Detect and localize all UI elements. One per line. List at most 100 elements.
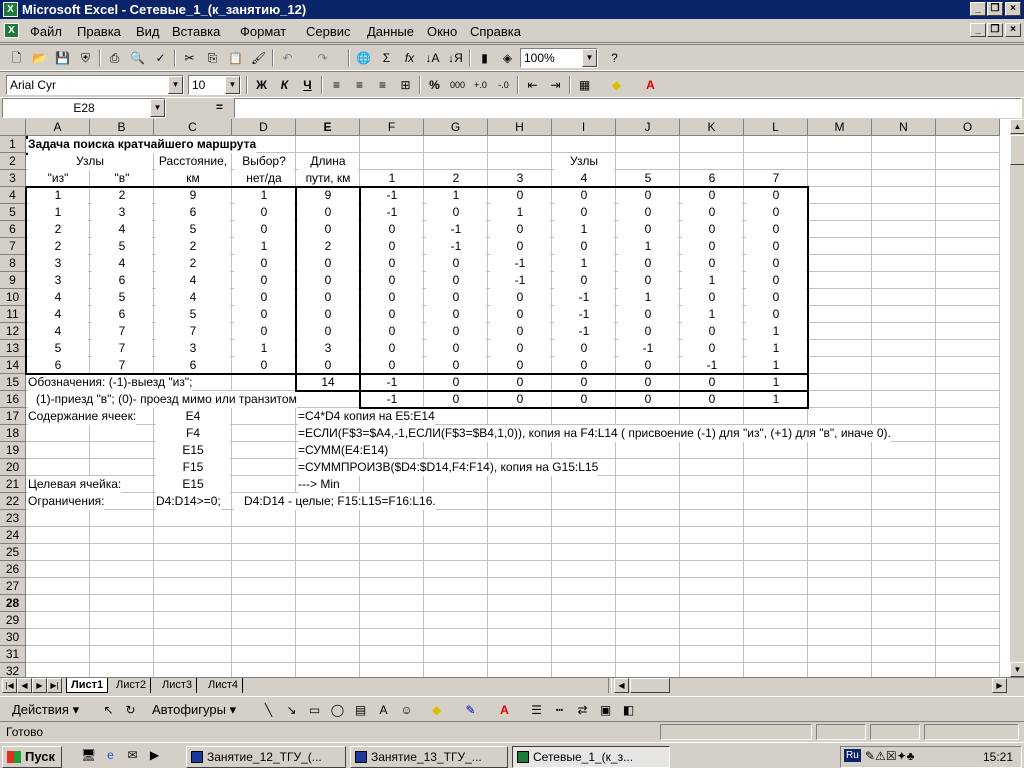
hscroll-thumb[interactable] [630, 678, 670, 693]
row-header-26[interactable]: 26 [0, 561, 26, 578]
column-header-n[interactable]: N [872, 119, 936, 136]
chevron-down-icon[interactable]: ▼ [150, 99, 165, 117]
line-color-icon[interactable]: ✎ [460, 700, 481, 720]
row-header-24[interactable]: 24 [0, 527, 26, 544]
start-button[interactable]: Пуск [2, 746, 62, 768]
column-header-c[interactable]: C [154, 119, 232, 136]
close-button[interactable]: × [1005, 2, 1021, 16]
drawing-icon[interactable]: ◈ [497, 48, 518, 68]
row-header-5[interactable]: 5 [0, 204, 26, 221]
percent-button[interactable]: % [424, 75, 445, 95]
font-color-icon[interactable]: A [640, 75, 661, 95]
menu-help[interactable]: Справка [470, 24, 521, 39]
increase-decimal-icon[interactable]: +.0 [470, 75, 491, 95]
scroll-thumb[interactable] [1010, 135, 1024, 165]
column-header-e[interactable]: E [296, 119, 360, 136]
wordart-icon[interactable]: A [373, 700, 394, 720]
row-header-7[interactable]: 7 [0, 238, 26, 255]
borders-icon[interactable]: ▦ [574, 75, 595, 95]
row-header-10[interactable]: 10 [0, 289, 26, 306]
excel-icon[interactable]: X [3, 2, 18, 17]
print-preview-icon[interactable]: 🔍 [127, 48, 148, 68]
row-header-8[interactable]: 8 [0, 255, 26, 272]
vertical-scrollbar[interactable]: ▲ ▼ [1009, 119, 1024, 677]
doc-restore-button[interactable]: ❐ [987, 23, 1003, 37]
format-painter-icon[interactable]: 🖌 [248, 48, 269, 68]
arrow-style-icon[interactable]: ⇄ [572, 700, 593, 720]
tray-icons[interactable]: ✎⚠☒✦♣ [865, 749, 915, 763]
menu-tools[interactable]: Сервис [306, 24, 351, 39]
spelling-icon[interactable]: ✓ [150, 48, 171, 68]
menu-insert[interactable]: Вставка [172, 24, 220, 39]
line-icon[interactable]: ╲ [258, 700, 279, 720]
doc-close-button[interactable]: × [1005, 23, 1021, 37]
align-center-icon[interactable]: ≡ [349, 75, 370, 95]
language-indicator[interactable]: Ru [844, 749, 861, 762]
row-header-23[interactable]: 23 [0, 510, 26, 527]
open-icon[interactable]: 📂 [29, 48, 50, 68]
column-header-f[interactable]: F [360, 119, 424, 136]
doc-minimize-button[interactable]: _ [970, 23, 986, 37]
task-lesson13[interactable]: Занятие_13_ТГУ_... [350, 746, 508, 768]
increase-indent-icon[interactable]: ⇥ [545, 75, 566, 95]
row-header-30[interactable]: 30 [0, 629, 26, 646]
menu-file[interactable]: Файл [30, 24, 62, 39]
spreadsheet-grid[interactable]: A B C D E F G H I J K L M N O 1 2 3 4 5 6 7 8 9 10 11 12 13 14 15 16 17… [0, 119, 1009, 677]
print-icon[interactable]: ⎙ [104, 48, 125, 68]
redo-icon[interactable]: ↷ [312, 48, 333, 68]
scroll-down-icon[interactable]: ▼ [1010, 662, 1024, 677]
row-header-17[interactable]: 17 [0, 408, 26, 425]
sort-ascending-icon[interactable]: ↓A [422, 48, 443, 68]
workbook-icon[interactable]: X [4, 23, 19, 38]
column-header-d[interactable]: D [232, 119, 296, 136]
menu-window[interactable]: Окно [427, 24, 457, 39]
autoshapes-menu[interactable]: Автофигуры ▾ [152, 702, 236, 718]
column-header-j[interactable]: J [616, 119, 680, 136]
row-header-13[interactable]: 13 [0, 340, 26, 357]
row-header-11[interactable]: 11 [0, 306, 26, 323]
scroll-left-icon[interactable]: ◀ [614, 678, 629, 693]
row-header-16[interactable]: 16 [0, 391, 26, 408]
row-header-3[interactable]: 3 [0, 170, 26, 187]
column-header-o[interactable]: O [936, 119, 1000, 136]
row-header-20[interactable]: 20 [0, 459, 26, 476]
align-right-icon[interactable]: ≡ [372, 75, 393, 95]
shadow-icon[interactable]: ▣ [595, 700, 616, 720]
row-header-6[interactable]: 6 [0, 221, 26, 238]
column-header-h[interactable]: H [488, 119, 552, 136]
new-icon[interactable]: 🗋 [6, 48, 27, 68]
row-header-15[interactable]: 15 [0, 374, 26, 391]
cut-icon[interactable]: ✂ [179, 48, 200, 68]
mail-icon[interactable]: ✉ [122, 745, 143, 765]
row-header-32[interactable]: 32 [0, 663, 26, 677]
desktop-icon[interactable]: 🖥 [78, 745, 99, 765]
select-arrow-icon[interactable]: ↖ [98, 700, 119, 720]
3d-icon[interactable]: ◧ [618, 700, 639, 720]
tab-split-handle[interactable] [608, 678, 612, 693]
clipart-icon[interactable]: ☺ [396, 700, 417, 720]
decrease-indent-icon[interactable]: ⇤ [522, 75, 543, 95]
row-header-22[interactable]: 22 [0, 493, 26, 510]
row-header-2[interactable]: 2 [0, 153, 26, 170]
next-sheet-icon[interactable]: ▶ [32, 678, 47, 693]
arrow-icon[interactable]: ↘ [281, 700, 302, 720]
menu-view[interactable]: Вид [136, 24, 160, 39]
decrease-decimal-icon[interactable]: -.0 [493, 75, 514, 95]
autosum-icon[interactable]: Σ [376, 48, 397, 68]
row-header-12[interactable]: 12 [0, 323, 26, 340]
underline-button[interactable]: Ч [297, 75, 318, 95]
chevron-down-icon[interactable]: ▼ [225, 76, 240, 94]
row-header-14[interactable]: 14 [0, 357, 26, 374]
column-header-a[interactable]: A [26, 119, 90, 136]
rectangle-icon[interactable]: ▭ [304, 700, 325, 720]
font-select[interactable]: Arial Cyr ▼ [6, 75, 184, 95]
scroll-right-icon[interactable]: ▶ [992, 678, 1007, 693]
chevron-down-icon[interactable]: ▼ [582, 49, 597, 67]
dash-style-icon[interactable]: ┅ [549, 700, 570, 720]
menu-data[interactable]: Данные [367, 24, 414, 39]
tab-sheet4[interactable]: Лист4 [204, 678, 244, 693]
row-header-1[interactable]: 1 [0, 136, 26, 153]
row-header-27[interactable]: 27 [0, 578, 26, 595]
copy-icon[interactable]: ⎘ [202, 48, 223, 68]
textbox-icon[interactable]: ▤ [350, 700, 371, 720]
